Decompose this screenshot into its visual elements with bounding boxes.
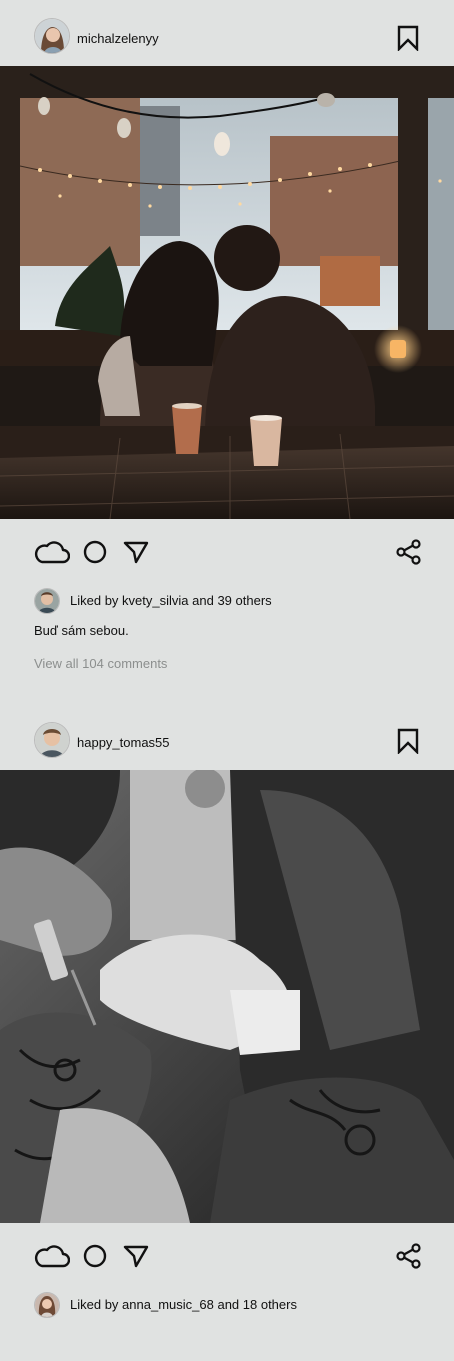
post-image[interactable] bbox=[0, 770, 454, 1223]
likes-count[interactable]: and 39 others bbox=[192, 593, 272, 608]
liker-username[interactable]: anna_music_68 bbox=[122, 1297, 214, 1312]
feed-post: michalzelenyy Liked by kvety_silvia and … bbox=[0, 0, 454, 700]
likes-prefix: Liked by bbox=[70, 593, 119, 608]
likes-count[interactable]: and 18 others bbox=[217, 1297, 297, 1312]
cloud-icon[interactable] bbox=[34, 539, 70, 565]
feed-post: happy_tomas55 Liked by anna_music_68 and… bbox=[0, 702, 454, 1361]
avatar[interactable] bbox=[34, 18, 70, 54]
post-actions bbox=[0, 1238, 454, 1274]
likes-row: Liked by anna_music_68 and 18 others bbox=[0, 1292, 454, 1318]
likes-summary: Liked by kvety_silvia and 39 others bbox=[70, 593, 272, 608]
circle-icon[interactable] bbox=[83, 1244, 107, 1268]
likes-summary: Liked by anna_music_68 and 18 others bbox=[70, 1297, 297, 1312]
post-image[interactable] bbox=[0, 66, 454, 519]
likes-prefix: Liked by bbox=[70, 1297, 119, 1312]
liker-username[interactable]: kvety_silvia bbox=[122, 593, 188, 608]
share-icon[interactable] bbox=[396, 539, 422, 565]
bookmark-icon[interactable] bbox=[396, 728, 420, 754]
send-icon[interactable] bbox=[123, 1244, 149, 1268]
bookmark-icon[interactable] bbox=[396, 25, 420, 51]
cloud-icon[interactable] bbox=[34, 1243, 70, 1269]
avatar[interactable] bbox=[34, 588, 60, 614]
share-icon[interactable] bbox=[396, 1243, 422, 1269]
post-caption: Buď sám sebou. bbox=[34, 623, 129, 638]
post-actions bbox=[0, 534, 454, 570]
post-username[interactable]: michalzelenyy bbox=[77, 31, 159, 46]
view-comments-link[interactable]: View all 104 comments bbox=[34, 656, 167, 671]
send-icon[interactable] bbox=[123, 540, 149, 564]
avatar[interactable] bbox=[34, 1292, 60, 1318]
avatar[interactable] bbox=[34, 722, 70, 758]
likes-row: Liked by kvety_silvia and 39 others bbox=[0, 588, 454, 614]
circle-icon[interactable] bbox=[83, 540, 107, 564]
post-username[interactable]: happy_tomas55 bbox=[77, 735, 170, 750]
post-header: michalzelenyy bbox=[0, 0, 454, 66]
post-header: happy_tomas55 bbox=[0, 702, 454, 768]
